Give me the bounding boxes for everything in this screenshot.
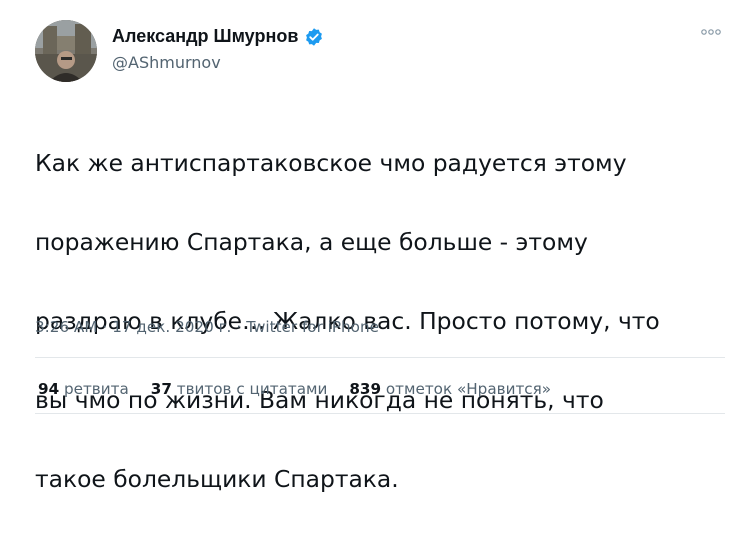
quotes-stat[interactable]: 37 твитов с цитатами (151, 380, 328, 398)
tweet-text-line: такое болельщики Спартака. (35, 464, 399, 493)
likes-label: отметок «Нравится» (385, 380, 552, 398)
tweet-time[interactable]: 3:26 AM (35, 318, 97, 336)
tweet-source-link[interactable]: Twitter for iPhone (246, 318, 379, 336)
tweet-header: Александр Шмурнов @AShmurnov (35, 20, 721, 84)
avatar-photo (35, 20, 97, 82)
more-options-icon[interactable] (699, 22, 723, 42)
avatar[interactable] (35, 20, 97, 82)
quotes-count: 37 (150, 380, 172, 398)
quotes-label: твитов с цитатами (176, 380, 328, 398)
tweet-text-line: Как же антиспартаковское чмо радуется эт… (35, 148, 627, 177)
tweet-text-line: поражению Спартака, а еще больше - этому (35, 227, 588, 256)
divider (35, 413, 725, 414)
retweets-stat[interactable]: 94 ретвита (38, 380, 129, 398)
author-display-name[interactable]: Александр Шмурнов (112, 26, 298, 47)
likes-count: 839 (349, 380, 382, 398)
retweets-label: ретвита (63, 380, 129, 398)
retweets-count: 94 (38, 380, 60, 398)
tweet-meta: 3:26 AM · 17 дек. 2020 г. · Twitter for … (35, 318, 379, 336)
verified-badge-icon (304, 27, 324, 47)
likes-stat[interactable]: 839 отметок «Нравится» (349, 380, 551, 398)
meta-separator: · (236, 318, 242, 336)
tweet-stats: 94 ретвита 37 твитов с цитатами 839 отме… (38, 380, 573, 398)
author-name-row: Александр Шмурнов (112, 26, 324, 47)
meta-separator: · (102, 318, 108, 336)
divider (35, 357, 725, 358)
author-handle[interactable]: @AShmurnov (112, 53, 221, 72)
tweet-date[interactable]: 17 дек. 2020 г. (112, 318, 231, 336)
